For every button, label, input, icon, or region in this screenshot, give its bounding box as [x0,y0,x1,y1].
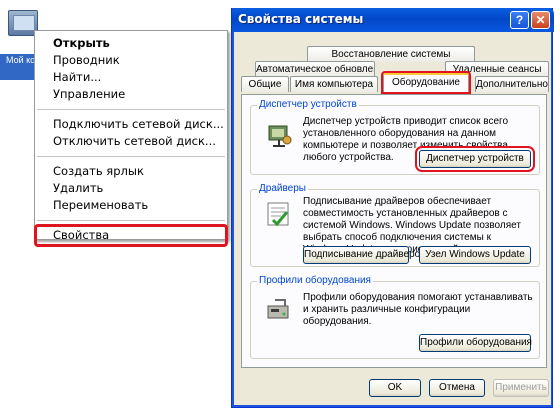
device-manager-group-title: Диспетчер устройств [257,99,359,110]
menu-item-delete[interactable]: Удалить [35,180,227,197]
help-button[interactable]: ? [510,11,529,29]
context-menu: Открыть Проводник Найти... Управление По… [34,30,228,247]
menu-separator [37,109,225,110]
dialog-titlebar[interactable]: Свойства системы ? ✕ [232,8,554,32]
ok-button[interactable]: OK [369,379,421,397]
device-manager-icon [268,125,292,147]
apply-button[interactable]: Применить [493,379,549,397]
system-properties-dialog: Свойства системы ? ✕ Восстановление сист… [231,8,554,408]
driver-signing-button[interactable]: Подписывание драйверов [303,246,426,264]
menu-item-create-shortcut[interactable]: Создать ярлык [35,163,227,180]
menu-item-disconnect-network-drive[interactable]: Отключить сетевой диск... [35,133,227,150]
menu-item-map-network-drive[interactable]: Подключить сетевой диск... [35,116,227,133]
menu-item-rename[interactable]: Переименовать [35,197,227,214]
tab-system-restore[interactable]: Восстановление системы [307,46,475,62]
tab-hardware[interactable]: Оборудование [381,71,471,94]
menu-item-open[interactable]: Открыть [35,35,227,52]
drivers-group: Драйверы Подписывание драйверов обеспечи… [250,183,540,267]
tab-general[interactable]: Общие [241,76,289,92]
menu-separator [37,156,225,157]
menu-item-explorer[interactable]: Проводник [35,52,227,69]
close-button[interactable]: ✕ [531,11,550,29]
windows-update-button[interactable]: Узел Windows Update [419,246,531,264]
device-manager-button[interactable]: Диспетчер устройств [415,146,535,172]
menu-item-search[interactable]: Найти... [35,69,227,86]
hardware-profiles-group-title: Профили оборудования [257,275,373,286]
tab-computer-name[interactable]: Имя компьютера [290,76,378,92]
hardware-profiles-button[interactable]: Профили оборудования [419,334,532,352]
hardware-profiles-icon [267,299,289,319]
cancel-button[interactable]: Отмена [429,379,485,397]
hardware-tab-panel: Диспетчер устройств Диспетчер устройств … [241,94,547,368]
tab-automatic-updates[interactable]: Автоматическое обновление [255,61,375,77]
driver-signing-icon [267,202,289,227]
hardware-profiles-description: Профили оборудования помогают устанавлив… [303,292,533,327]
device-manager-group: Диспетчер устройств Диспетчер устройств … [250,99,540,175]
dialog-title: Свойства системы [238,12,364,26]
dialog-client: Восстановление системы Автоматическое об… [235,32,551,405]
hardware-profiles-group: Профили оборудования Профили оборудовани… [250,275,540,359]
tab-advanced[interactable]: Дополнительно [475,76,549,92]
menu-item-manage[interactable]: Управление [35,86,227,103]
menu-item-properties[interactable]: Свойства [34,224,228,247]
menu-separator [37,220,225,221]
drivers-group-title: Драйверы [257,183,308,194]
